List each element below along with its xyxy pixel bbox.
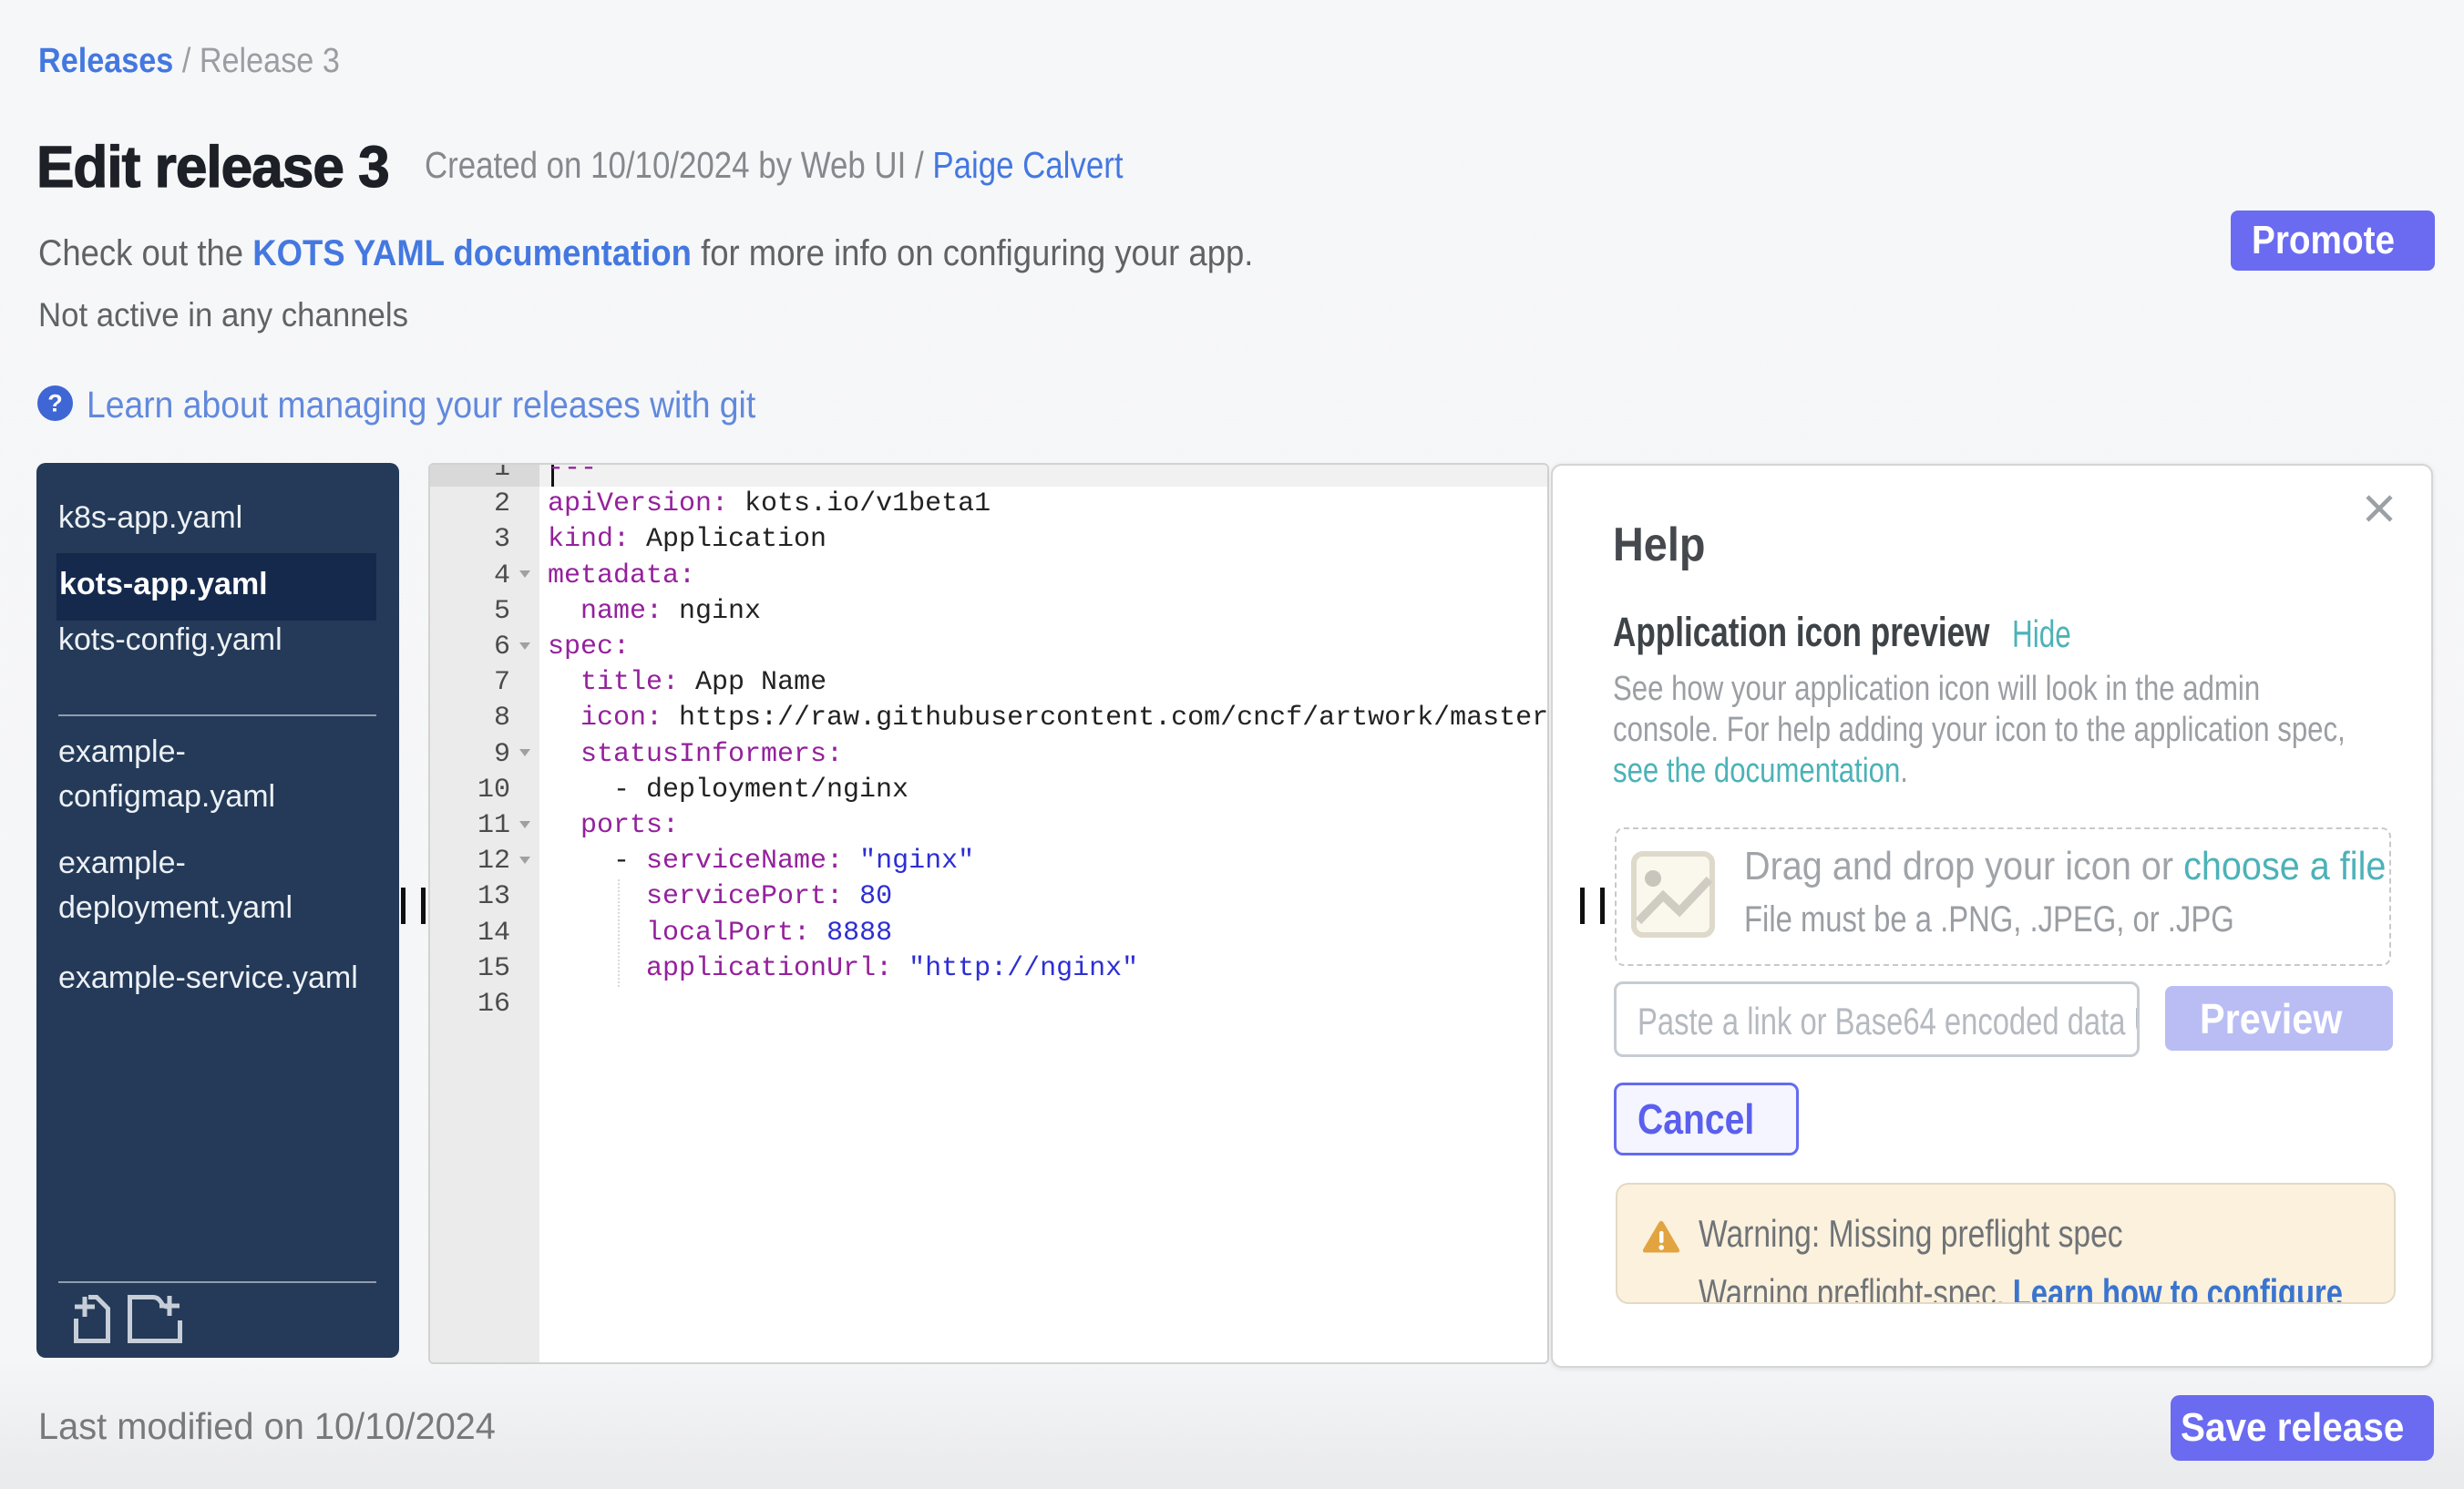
svg-text:?: ? (47, 390, 63, 417)
